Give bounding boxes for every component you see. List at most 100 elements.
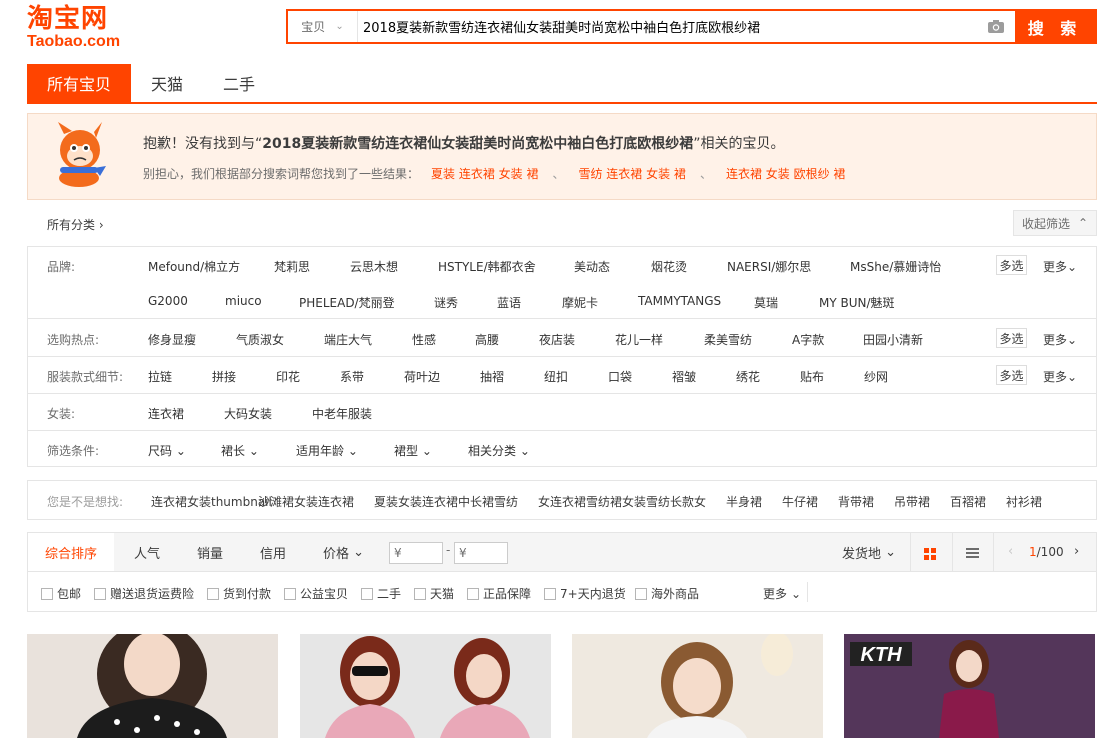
more-button[interactable]: 更多⌄	[1043, 368, 1077, 385]
women-option[interactable]: 中老年服装	[312, 405, 372, 422]
price-max-input[interactable]: ¥	[454, 542, 508, 564]
condition-dropdown[interactable]: 适用年龄 ⌄	[296, 442, 358, 459]
taobao-logo[interactable]: 淘宝网 Taobao.com	[27, 4, 137, 52]
hot-option[interactable]: 性感	[412, 331, 436, 348]
tab-tmall[interactable]: 天猫	[131, 64, 203, 102]
hot-option[interactable]: 花儿一样	[615, 331, 663, 348]
checkbox-7day-return[interactable]: 7+天内退货	[544, 585, 626, 602]
detail-option[interactable]: 系带	[340, 368, 364, 385]
related-search-link[interactable]: 女连衣裙雪纺裙女装雪纺长款女	[538, 493, 706, 510]
checkbox-genuine[interactable]: 正品保障	[467, 585, 531, 602]
sort-price[interactable]: 价格 ⌄	[323, 533, 364, 571]
brand-option[interactable]: 美动态	[574, 258, 610, 275]
sort-default[interactable]: 综合排序	[28, 533, 114, 571]
brand-option[interactable]: 烟花烫	[651, 258, 687, 275]
hot-option[interactable]: A字款	[792, 331, 824, 348]
suggestion-link[interactable]: 连衣裙 女装 欧根纱 裙	[726, 165, 845, 182]
detail-option[interactable]: 纱网	[864, 368, 888, 385]
brand-option[interactable]: 摩妮卡	[562, 294, 598, 311]
grid-view-icon[interactable]	[924, 548, 936, 560]
brand-option[interactable]: miuco	[225, 294, 262, 308]
condition-dropdown[interactable]: 尺码 ⌄	[148, 442, 186, 459]
women-option[interactable]: 大码女装	[224, 405, 272, 422]
collapse-filter-button[interactable]: 收起筛选 ⌃	[1013, 210, 1097, 236]
brand-option[interactable]: 莫瑞	[754, 294, 778, 311]
detail-option[interactable]: 纽扣	[544, 368, 568, 385]
search-button[interactable]: 搜 索	[1015, 11, 1095, 42]
checkbox-tmall[interactable]: 天猫	[414, 585, 454, 602]
multi-select-button[interactable]: 多选	[996, 365, 1027, 385]
brand-option[interactable]: G2000	[148, 294, 188, 308]
detail-option[interactable]: 荷叶边	[404, 368, 440, 385]
product-image[interactable]	[27, 634, 278, 738]
hot-option[interactable]: 柔美雪纺	[704, 331, 752, 348]
brand-option[interactable]: 梵莉思	[274, 258, 310, 275]
checkbox-charity[interactable]: 公益宝贝	[284, 585, 348, 602]
list-view-icon[interactable]	[966, 548, 979, 559]
detail-option[interactable]: 绣花	[736, 368, 760, 385]
checkbox-cod[interactable]: 货到付款	[207, 585, 271, 602]
related-search-link[interactable]: 连衣裙女装thumbnail	[151, 493, 272, 510]
more-button[interactable]: 更多⌄	[1043, 258, 1077, 275]
detail-option[interactable]: 褶皱	[672, 368, 696, 385]
price-min-input[interactable]: ¥	[389, 542, 443, 564]
product-image[interactable]: KTH	[844, 634, 1095, 738]
related-search-link[interactable]: 牛仔裙	[782, 493, 818, 510]
search-input[interactable]	[358, 11, 977, 42]
brand-option[interactable]: 云思木想	[350, 258, 398, 275]
sort-credit[interactable]: 信用	[260, 533, 286, 571]
checkbox-overseas[interactable]: 海外商品	[635, 585, 699, 602]
sort-popularity[interactable]: 人气	[134, 533, 160, 571]
related-search-link[interactable]: 背带裙	[838, 493, 874, 510]
checkbox-return-insurance[interactable]: 赠送退货运费险	[94, 585, 194, 602]
brand-option[interactable]: 谜秀	[434, 294, 458, 311]
checkbox-free-shipping[interactable]: 包邮	[41, 585, 81, 602]
brand-option[interactable]: PHELEAD/梵丽登	[299, 294, 395, 311]
detail-option[interactable]: 拼接	[212, 368, 236, 385]
sort-sales[interactable]: 销量	[197, 533, 223, 571]
detail-option[interactable]: 拉链	[148, 368, 172, 385]
all-categories-link[interactable]: 所有分类 ›	[47, 216, 104, 233]
brand-option[interactable]: TAMMYTANGS	[638, 294, 721, 308]
related-search-link[interactable]: 吊带裙	[894, 493, 930, 510]
detail-option[interactable]: 口袋	[608, 368, 632, 385]
brand-option[interactable]: 蓝语	[497, 294, 521, 311]
hot-option[interactable]: 气质淑女	[236, 331, 284, 348]
next-page-icon[interactable]: ›	[1074, 544, 1079, 559]
suggestion-link[interactable]: 夏装 连衣裙 女装 裙	[431, 165, 538, 182]
detail-option[interactable]: 抽褶	[480, 368, 504, 385]
condition-dropdown[interactable]: 裙型 ⌄	[394, 442, 432, 459]
checkbox-secondhand[interactable]: 二手	[361, 585, 401, 602]
tab-secondhand[interactable]: 二手	[203, 64, 275, 102]
women-option[interactable]: 连衣裙	[148, 405, 184, 422]
multi-select-button[interactable]: 多选	[996, 328, 1027, 348]
product-image[interactable]	[572, 634, 823, 738]
product-image[interactable]	[300, 634, 551, 738]
camera-icon[interactable]	[977, 11, 1015, 42]
ship-from-dropdown[interactable]: 发货地 ⌄	[842, 533, 896, 571]
hot-option[interactable]: 田园小清新	[863, 331, 923, 348]
hot-option[interactable]: 端庄大气	[324, 331, 372, 348]
related-search-link[interactable]: 夏装女装连衣裙中长裙雪纺	[374, 493, 518, 510]
hot-option[interactable]: 夜店装	[539, 331, 575, 348]
checks-more-button[interactable]: 更多 ⌄	[763, 585, 801, 602]
related-search-link[interactable]: 衬衫裙	[1006, 493, 1042, 510]
detail-option[interactable]: 印花	[276, 368, 300, 385]
hot-option[interactable]: 修身显瘦	[148, 331, 196, 348]
condition-dropdown[interactable]: 相关分类 ⌄	[468, 442, 530, 459]
hot-option[interactable]: 高腰	[475, 331, 499, 348]
detail-option[interactable]: 贴布	[800, 368, 824, 385]
brand-option[interactable]: HSTYLE/韩都衣舍	[438, 258, 536, 275]
related-search-link[interactable]: 半身裙	[726, 493, 762, 510]
brand-option[interactable]: MsShe/慕姗诗怡	[850, 258, 941, 275]
search-category-select[interactable]: 宝贝 ⌄	[288, 11, 358, 42]
related-search-link[interactable]: 百褶裙	[950, 493, 986, 510]
condition-dropdown[interactable]: 裙长 ⌄	[221, 442, 259, 459]
related-search-link[interactable]: 沙滩裙女装连衣裙	[258, 493, 354, 510]
brand-option[interactable]: NAERSI/娜尔思	[727, 258, 811, 275]
prev-page-icon[interactable]: ‹	[1008, 544, 1013, 559]
brand-option[interactable]: MY BUN/魅斑	[819, 294, 895, 311]
suggestion-link[interactable]: 雪纺 连衣裙 女装 裙	[578, 165, 685, 182]
brand-option[interactable]: Mefound/棉立方	[148, 258, 240, 275]
tab-all-items[interactable]: 所有宝贝	[27, 64, 131, 102]
